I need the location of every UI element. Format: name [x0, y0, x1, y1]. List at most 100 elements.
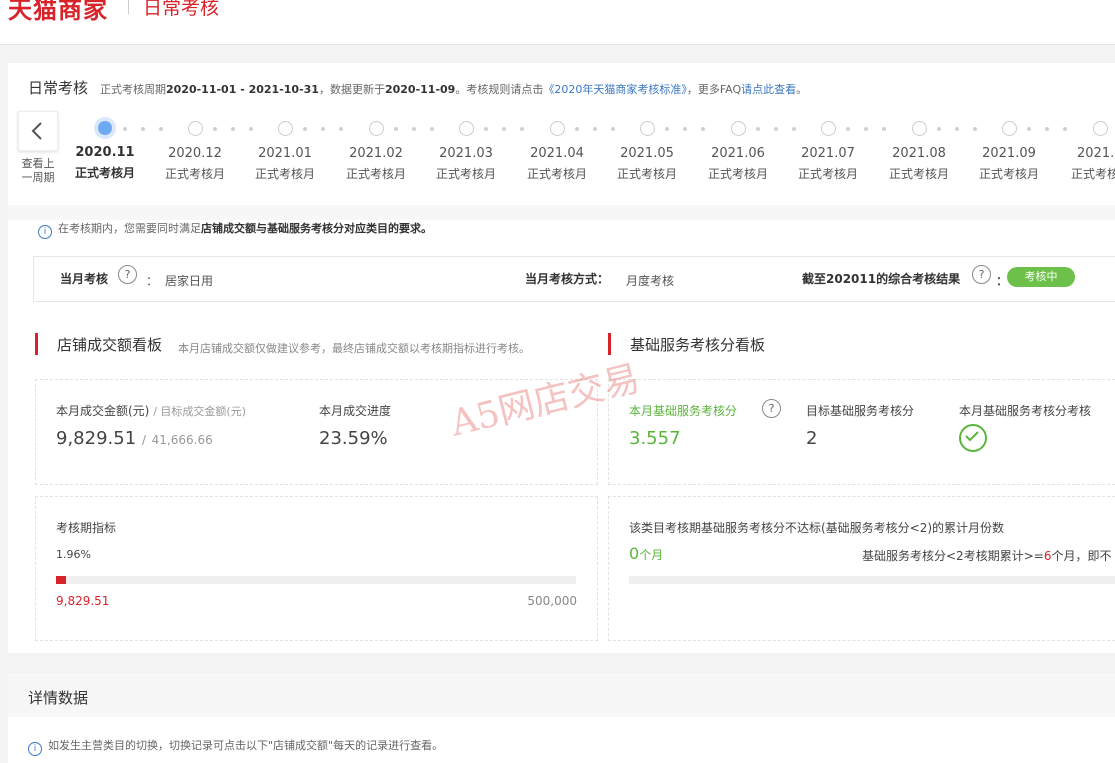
timeline-dot: [611, 127, 615, 131]
timeline-dot: [683, 127, 687, 131]
standards-link[interactable]: 《2020年天猫商家考核标准》: [543, 83, 687, 96]
method-value: 月度考核: [626, 274, 675, 288]
timeline-dot: [1027, 127, 1031, 131]
fail-rule: 基础服务考核分<2考核期累计>=6个月，即不: [862, 549, 1112, 563]
month-category: 居家日用: [165, 274, 214, 288]
month-marker: [277, 121, 293, 136]
month-marker: [187, 121, 203, 136]
timeline-item-2021-08[interactable]: 2021.08 正式考核月: [874, 107, 964, 182]
header-divider: [128, 0, 129, 14]
timeline-dot: [665, 127, 669, 131]
timeline-dot: [213, 127, 217, 131]
app-title: 日常考核: [143, 0, 220, 19]
progress-label: 本月成交进度: [319, 404, 392, 418]
timeline-item-2021-06[interactable]: 2021.06 正式考核月: [693, 107, 783, 182]
fail-months-label: 该类目考核期基础服务考核分不达标(基础服务考核分<2)的累计月份数: [629, 521, 1005, 535]
timeline-item-2021-07[interactable]: 2021.07 正式考核月: [783, 107, 873, 182]
timeline-dot: [141, 127, 145, 131]
section-title: 日常考核: [28, 79, 89, 97]
timeline-item-2021-02[interactable]: 2021.02 正式考核月: [331, 107, 421, 182]
update-date: 2020-11-09: [384, 83, 456, 96]
month-marker: [1001, 121, 1017, 136]
timeline-item-2021-05[interactable]: 2021.05 正式考核月: [602, 107, 692, 182]
timeline-item-2020-12[interactable]: 2020.12 正式考核月: [150, 107, 240, 182]
target-amount: 41,666.66: [151, 433, 213, 447]
timeline-dot: [1063, 127, 1067, 131]
timeline-dot: [955, 127, 959, 131]
score-label: 本月基础服务考核分: [629, 404, 738, 418]
month-marker: [458, 121, 474, 136]
timeline-item-2021-09[interactable]: 2021.09 正式考核月: [964, 107, 1054, 182]
check-icon: [959, 424, 987, 452]
target-score-value: 2: [806, 428, 818, 449]
month-marker: [549, 121, 565, 136]
current-month-marker: [98, 121, 112, 135]
status-badge: 考核中: [1007, 267, 1075, 287]
sales-board-title: 店铺成交额看板: [57, 336, 163, 354]
month-assessment-label: 当月考核: [60, 272, 109, 286]
timeline-item-2020-11[interactable]: 2020.11 正式考核月: [60, 107, 150, 181]
timeline-dot: [701, 127, 705, 131]
timeline-dot: [1045, 127, 1049, 131]
timeline-dot: [575, 127, 579, 131]
timeline-dot: [756, 127, 760, 131]
timeline-dot: [846, 127, 850, 131]
title-accent: [35, 333, 38, 355]
cycle-note: 正式考核周期2020-11-01 - 2021-10-31，数据更新于2020-…: [100, 83, 808, 96]
month-marker: [911, 121, 927, 136]
timeline-dot: [937, 127, 941, 131]
timeline-dot: [973, 127, 977, 131]
timeline-dot: [864, 127, 868, 131]
help-icon[interactable]: ?: [118, 265, 137, 284]
timeline-dot: [792, 127, 796, 131]
timeline-dot: [321, 127, 325, 131]
tmall-merchant-logo[interactable]: 天猫商家: [8, 0, 108, 25]
pass-label: 本月基础服务考核分考核: [959, 404, 1092, 418]
timeline-dot: [123, 127, 127, 131]
top-header: 天猫商家 日常考核: [0, 0, 1115, 45]
details-notice: i 如发生主营类目的切换，切换记录可点击以下"店铺成交额"每天的记录进行查看。: [28, 737, 443, 756]
help-icon[interactable]: ?: [762, 399, 781, 418]
period-current: 9,829.51: [56, 594, 110, 608]
progress-value: 23.59%: [319, 428, 388, 449]
faq-link[interactable]: 请点此查看: [741, 83, 796, 96]
help-icon[interactable]: ?: [972, 265, 991, 284]
timeline-dot: [231, 127, 235, 131]
timeline-dot: [774, 127, 778, 131]
timeline-dot: [520, 127, 524, 131]
separator: [8, 205, 1115, 220]
timeline-item-2021-01[interactable]: 2021.01 正式考核月: [240, 107, 330, 182]
service-board-title: 基础服务考核分看板: [630, 336, 766, 354]
timeline-dot: [484, 127, 488, 131]
timeline-dot: [430, 127, 434, 131]
month-marker: [730, 121, 746, 136]
timeline-item-2021-04[interactable]: 2021.04 正式考核月: [512, 107, 602, 182]
previous-cycle-label[interactable]: 查看上一周期: [18, 157, 58, 185]
score-value: 3.557: [629, 428, 681, 449]
timeline-item-2021-03[interactable]: 2021.03 正式考核月: [421, 107, 511, 182]
details-panel: 详情数据 i 如发生主营类目的切换，切换记录可点击以下"店铺成交额"每天的记录进行…: [8, 673, 1115, 763]
details-header: 详情数据: [8, 673, 1115, 717]
timeline-dot: [593, 127, 597, 131]
month-marker: [639, 121, 655, 136]
period-progress-fill: [56, 576, 67, 584]
title-accent: [608, 333, 611, 355]
sales-board-note: 本月店铺成交额仅做建议参考，最终店铺成交额以考核期指标进行考核。: [178, 342, 530, 355]
previous-cycle-button[interactable]: [18, 111, 58, 151]
info-icon: i: [28, 742, 42, 756]
requirement-notice: i 在考核期内，您需要同时满足店铺成交额与基础服务考核分对应类目的要求。: [38, 220, 432, 239]
timeline-item-2021-10[interactable]: 2021.10 正式考核月: [1055, 107, 1115, 182]
timeline-dot: [502, 127, 506, 131]
target-score-label: 目标基础服务考核分: [806, 404, 915, 418]
amount-label: 本月成交金额(元) / 目标成交金额(元): [56, 404, 246, 418]
sales-amount-card: 本月成交金额(元) / 目标成交金额(元) 9,829.51 / 41,666.…: [35, 379, 598, 485]
method-label: 当月考核方式：: [525, 272, 610, 286]
fail-months-card: 该类目考核期基础服务考核分不达标(基础服务考核分<2)的累计月份数 0个月 基础…: [608, 496, 1115, 641]
fail-months-value: 0个月: [629, 544, 664, 563]
assessment-panel: 日常考核 正式考核周期2020-11-01 - 2021-10-31，数据更新于…: [8, 63, 1115, 653]
period-percent: 1.96%: [56, 548, 91, 561]
fail-months-progress-bar: [629, 576, 1115, 584]
timeline-dot: [339, 127, 343, 131]
amount-value: 9,829.51 / 41,666.66: [56, 428, 213, 449]
period-indicator-label: 考核期指标: [56, 521, 117, 535]
